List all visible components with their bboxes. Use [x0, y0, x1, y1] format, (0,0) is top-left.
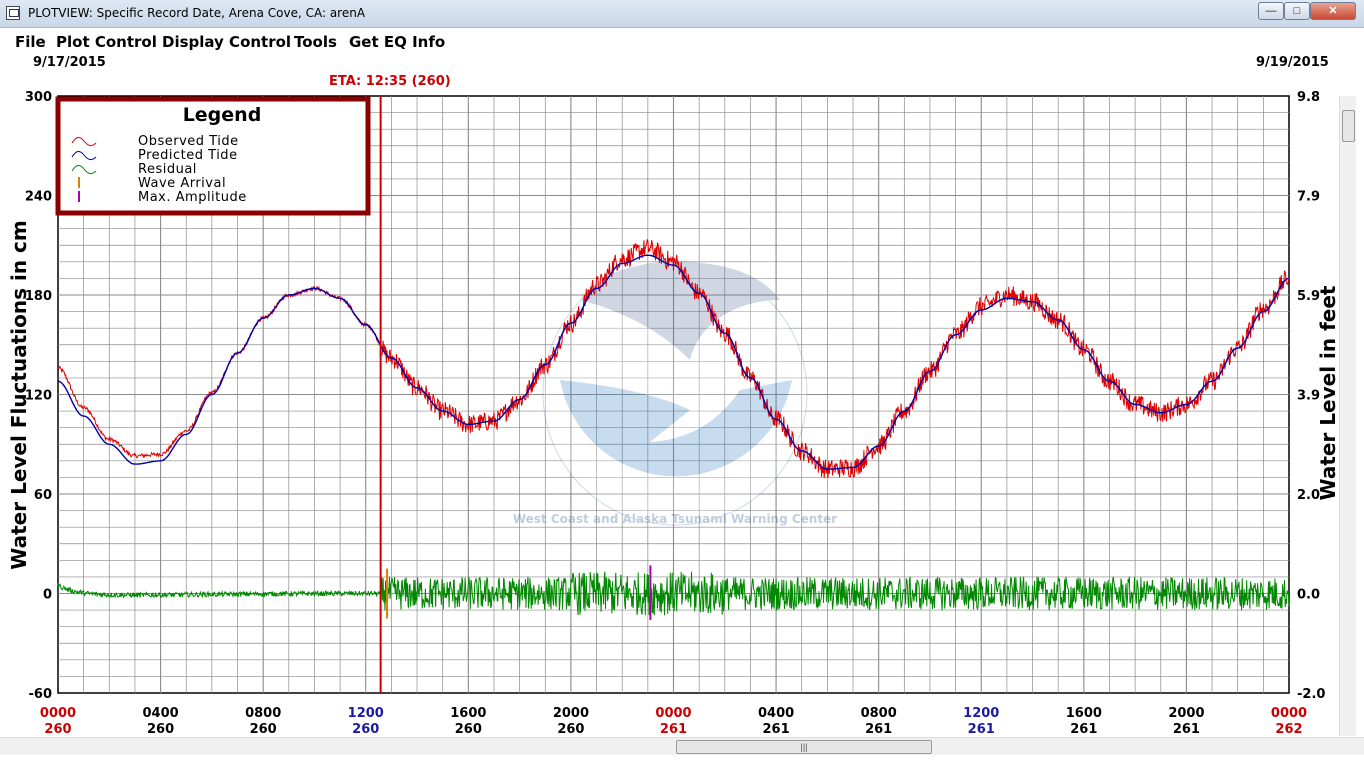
x-tick-time: 0400 — [142, 706, 178, 721]
y-right-tick-label: 0.0 — [1297, 588, 1320, 603]
legend-entry-label: Predicted Tide — [138, 148, 238, 163]
legend-entry-label: Observed Tide — [138, 134, 239, 149]
tide-plot[interactable]: West Coast and Alaska Tsunami Warning Ce… — [0, 0, 1364, 760]
x-tick-time: 0000 — [1271, 706, 1307, 721]
x-tick-time: 1200 — [348, 706, 384, 721]
y-right-tick-label: 7.9 — [1297, 190, 1320, 205]
vertical-scroll-thumb[interactable] — [1342, 110, 1355, 142]
x-tick-day: 261 — [763, 722, 790, 737]
x-tick-day: 260 — [250, 722, 277, 737]
x-tick-day: 260 — [455, 722, 482, 737]
x-tick-day: 261 — [1070, 722, 1097, 737]
x-tick-day: 261 — [1173, 722, 1200, 737]
legend-entry-label: Residual — [138, 162, 197, 177]
x-tick-time: 0800 — [245, 706, 281, 721]
y-right-axis-title: Water Level in feet — [1316, 285, 1340, 500]
x-tick-day: 261 — [968, 722, 995, 737]
x-tick-day: 260 — [147, 722, 174, 737]
x-tick-time: 0800 — [861, 706, 897, 721]
x-tick-time: 0000 — [655, 706, 691, 721]
y-tick-label: 240 — [25, 190, 52, 205]
y-tick-label: 60 — [34, 488, 52, 503]
x-tick-time: 2000 — [553, 706, 589, 721]
x-tick-time: 2000 — [1168, 706, 1204, 721]
horizontal-scroll-thumb[interactable]: ||| — [676, 740, 932, 754]
horizontal-scrollbar[interactable]: ||| — [0, 737, 1364, 755]
x-tick-time: 0400 — [758, 706, 794, 721]
x-tick-day: 260 — [352, 722, 379, 737]
legend: Legend Observed TidePredicted TideResidu… — [55, 96, 371, 216]
x-tick-day: 260 — [557, 722, 584, 737]
x-tick-time: 1600 — [1066, 706, 1102, 721]
y-axis-title: Water Level Fluctuations in cm — [7, 220, 31, 569]
legend-title: Legend — [183, 104, 262, 126]
legend-entry-label: Max. Amplitude — [138, 190, 247, 205]
legend-entry-label: Wave Arrival — [138, 176, 226, 191]
watermark-text: West Coast and Alaska Tsunami Warning Ce… — [513, 512, 837, 526]
y-tick-label: -60 — [29, 687, 53, 702]
x-tick-day: 262 — [1275, 722, 1302, 737]
x-tick-day: 261 — [660, 722, 687, 737]
vertical-scrollbar[interactable] — [1339, 96, 1356, 736]
y-tick-label: 0 — [43, 588, 52, 603]
y-right-tick-label: 9.8 — [1297, 90, 1320, 105]
x-tick-day: 260 — [44, 722, 71, 737]
x-tick-time: 1600 — [450, 706, 486, 721]
y-right-tick-label: -2.0 — [1297, 687, 1325, 702]
x-tick-time: 0000 — [40, 706, 76, 721]
x-tick-time: 1200 — [963, 706, 999, 721]
y-tick-label: 300 — [25, 90, 52, 105]
x-tick-day: 261 — [865, 722, 892, 737]
